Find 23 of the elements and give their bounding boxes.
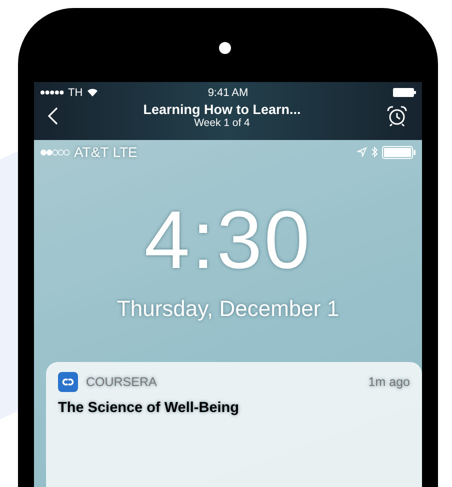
course-title: Learning How to Learn...	[143, 102, 301, 117]
notification-title: The Science of Well-Being	[58, 400, 240, 416]
lock-time: 4:30	[144, 200, 312, 282]
battery-icon	[392, 88, 416, 97]
signal-icon	[40, 148, 70, 156]
camera-dot	[219, 42, 231, 54]
status-time: 9:41 AM	[208, 86, 248, 98]
wifi-icon	[86, 88, 98, 97]
app-name: COURSERA	[86, 375, 157, 389]
location-icon	[357, 147, 367, 157]
notification-time: 1m ago	[368, 375, 410, 389]
alarm-clock-icon[interactable]	[386, 104, 408, 126]
carrier-label: AT&T	[74, 144, 109, 160]
back-button[interactable]	[48, 106, 58, 124]
lock-date: Thursday, December 1	[116, 296, 340, 322]
notification-card[interactable]: COURSERA 1m ago The Science of Well-Being	[46, 362, 422, 487]
battery-icon	[382, 146, 416, 158]
signal-icon	[40, 90, 64, 95]
bluetooth-icon	[371, 146, 378, 158]
network-label: LTE	[112, 144, 138, 160]
app-icon	[58, 372, 78, 392]
carrier-label: TH	[68, 86, 83, 98]
week-label: Week 1 of 4	[194, 117, 250, 129]
